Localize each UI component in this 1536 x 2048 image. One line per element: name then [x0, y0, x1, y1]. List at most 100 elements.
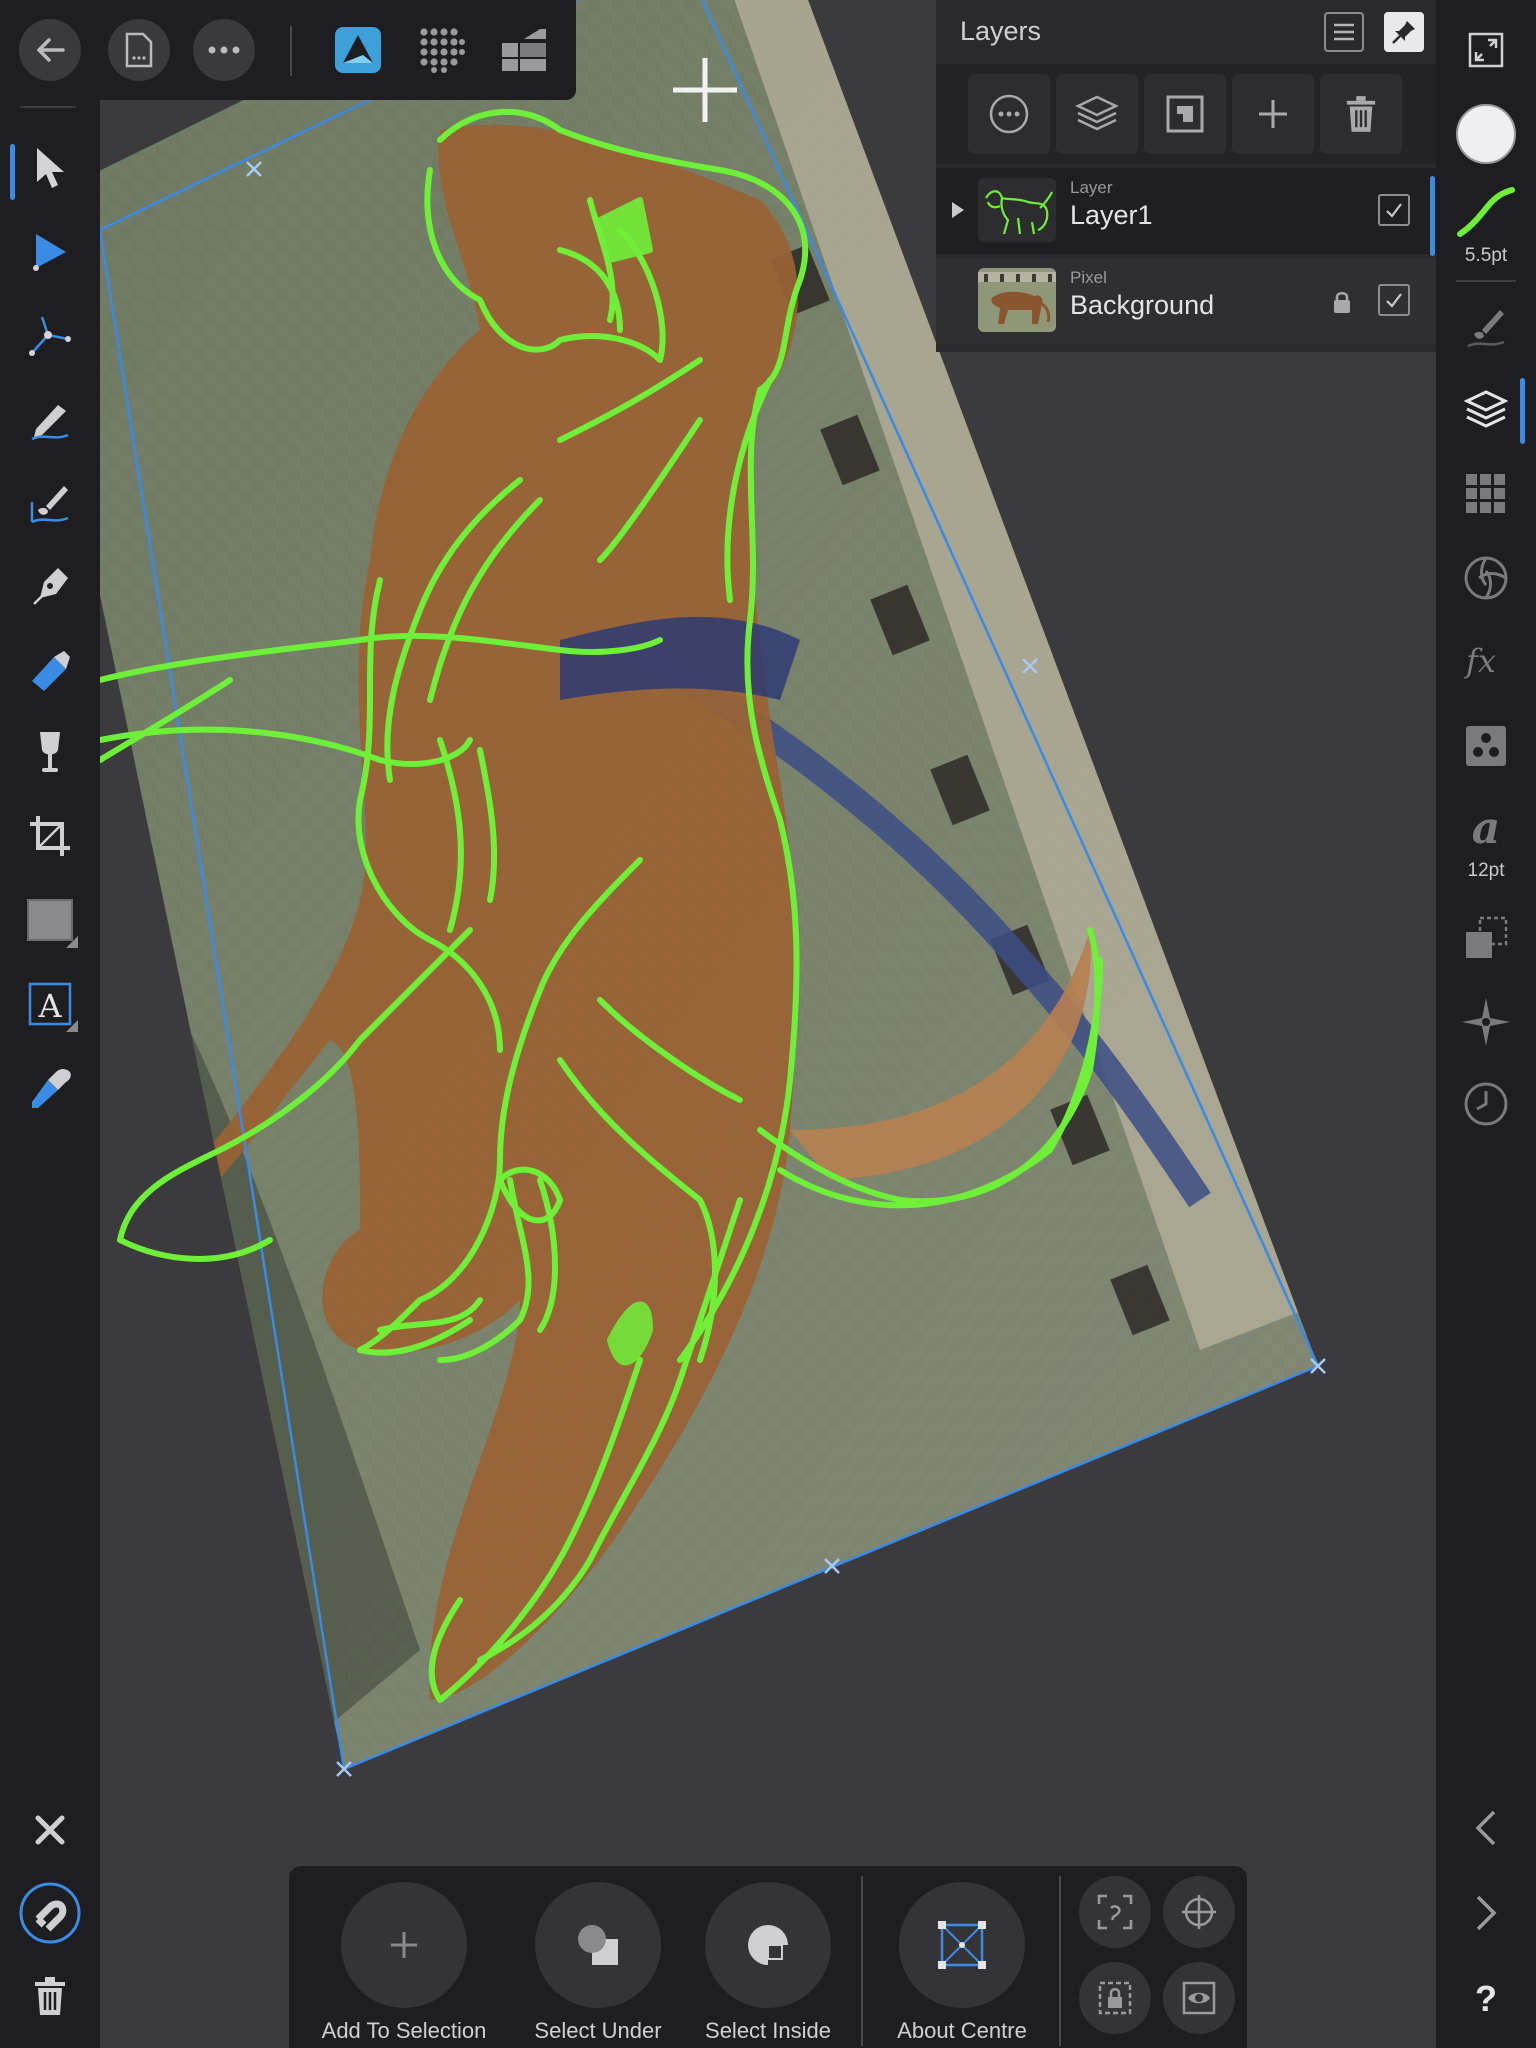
undo-button[interactable] — [1454, 1796, 1518, 1860]
expand-triangle-icon[interactable] — [950, 200, 966, 220]
toolbar-divider — [1456, 280, 1516, 282]
help-button[interactable]: ? — [1454, 1965, 1518, 2029]
color-picker-tool[interactable] — [18, 1056, 82, 1120]
transform-icon — [1466, 916, 1508, 958]
swatches-panel-button[interactable] — [1454, 462, 1518, 526]
brush-icon — [1467, 310, 1505, 348]
cancel-button[interactable] — [18, 1798, 82, 1862]
delete-button[interactable] — [18, 1964, 82, 2028]
color-circle-icon — [1456, 104, 1516, 164]
fullscreen-button[interactable] — [1454, 18, 1518, 82]
move-tool[interactable] — [18, 136, 82, 200]
panel-menu-button[interactable] — [1324, 12, 1364, 52]
about-centre-label: About Centre — [897, 2018, 1027, 2043]
aperture-icon — [1464, 556, 1508, 600]
trash-icon — [1346, 96, 1376, 132]
layer-type: Pixel — [1070, 268, 1107, 287]
lock-aspect-button[interactable] — [1079, 1962, 1151, 2034]
layers-actions-bar — [936, 64, 1436, 164]
about-centre-button[interactable] — [899, 1882, 1025, 2008]
add-layer-button[interactable] — [1232, 74, 1314, 154]
more-options-button[interactable] — [193, 19, 255, 81]
point-transform-tool[interactable] — [18, 303, 82, 367]
add-to-selection-button[interactable] — [341, 1882, 467, 2008]
brushes-panel-button[interactable] — [1454, 294, 1518, 358]
styles-panel-button[interactable] — [1454, 714, 1518, 778]
layers-panel-header: Layers — [936, 0, 1436, 64]
layer-visibility-checkbox[interactable] — [1378, 194, 1410, 226]
rectangle-tool[interactable] — [18, 888, 82, 952]
lock-box-icon — [1098, 1981, 1132, 2015]
transparency-tool[interactable] — [18, 721, 82, 785]
snapping-button[interactable] — [18, 1881, 82, 1945]
artistic-text-tool[interactable]: A — [18, 972, 82, 1036]
fill-tool[interactable] — [18, 637, 82, 701]
select-under-button[interactable] — [535, 1882, 661, 2008]
checkmark-icon — [1386, 293, 1402, 308]
navigator-panel-button[interactable] — [1454, 990, 1518, 1054]
brush-width-button[interactable] — [1454, 180, 1518, 244]
svg-text:?: ? — [1475, 1978, 1497, 2017]
plus-icon — [1259, 100, 1287, 128]
layer-row[interactable]: Pixel Background — [936, 258, 1436, 344]
pixel-persona-button[interactable] — [414, 22, 470, 78]
rectangle-icon — [27, 899, 73, 941]
text-styles-button[interactable]: a — [1454, 794, 1518, 858]
crop-icon — [30, 816, 70, 856]
centre-target-button[interactable] — [1163, 1876, 1235, 1948]
brush-icon — [30, 486, 69, 524]
redo-button[interactable] — [1454, 1881, 1518, 1945]
layers-panel: Layers Layer Layer1 Pixel Background — [936, 0, 1436, 352]
toolbar-divider — [1059, 1876, 1061, 2046]
trash-icon — [35, 1977, 65, 2015]
transform-panel-button[interactable] — [1454, 906, 1518, 970]
delete-layer-button[interactable] — [1320, 74, 1402, 154]
crop-tool[interactable] — [18, 804, 82, 868]
eyedropper-icon — [32, 1069, 71, 1108]
node-tool[interactable] — [18, 220, 82, 284]
select-under-label: Select Under — [534, 2018, 662, 2043]
export-persona-icon — [502, 29, 546, 71]
layer-row[interactable]: Layer Layer1 — [936, 168, 1436, 256]
mask-layer-button[interactable] — [1144, 74, 1226, 154]
select-under-icon — [578, 1925, 618, 1965]
history-panel-button[interactable] — [1454, 1072, 1518, 1136]
document-button[interactable] — [108, 19, 170, 81]
effects-panel-button[interactable]: fx — [1454, 630, 1518, 694]
stroke-icon — [1457, 187, 1515, 237]
help-question-icon: ? — [1475, 1978, 1497, 2017]
about-centre-icon — [938, 1921, 986, 1969]
pin-icon — [1392, 21, 1415, 44]
chevron-left-icon — [1475, 1810, 1496, 1846]
layer-options-button[interactable] — [968, 74, 1050, 154]
point-transform-icon — [29, 316, 71, 356]
preview-bounds-button[interactable] — [1163, 1962, 1235, 2034]
layer-type: Layer — [1070, 178, 1113, 197]
node-arrow-icon — [33, 234, 66, 271]
color-swatch-button[interactable] — [1454, 102, 1518, 166]
more-icon — [208, 46, 240, 54]
vector-brush-tool[interactable] — [18, 470, 82, 534]
styles-icon — [1466, 726, 1506, 766]
layer-visibility-checkbox[interactable] — [1378, 284, 1410, 316]
layer-name: Background — [1070, 290, 1215, 320]
pencil-tool[interactable] — [18, 387, 82, 451]
select-inside-button[interactable] — [705, 1882, 831, 2008]
layer-group-button[interactable] — [1056, 74, 1138, 154]
layers-panel-button[interactable] — [1454, 378, 1518, 442]
designer-persona-button[interactable] — [330, 22, 386, 78]
layer-thumbnail — [978, 268, 1056, 332]
pin-panel-button[interactable] — [1384, 12, 1424, 52]
back-button[interactable] — [19, 19, 81, 81]
font-a-icon: a — [1472, 803, 1501, 851]
lock-icon[interactable] — [1332, 290, 1352, 314]
clock-icon — [1464, 1082, 1508, 1126]
pen-tool[interactable] — [18, 554, 82, 618]
toolbar-divider — [861, 1876, 863, 2046]
fill-icon — [32, 651, 70, 691]
top-toolbar — [0, 0, 576, 100]
snap-to-selection-button[interactable] — [1079, 1876, 1151, 1948]
adjustments-panel-button[interactable] — [1454, 546, 1518, 610]
select-inside-icon — [748, 1925, 788, 1965]
export-persona-button[interactable] — [496, 22, 552, 78]
